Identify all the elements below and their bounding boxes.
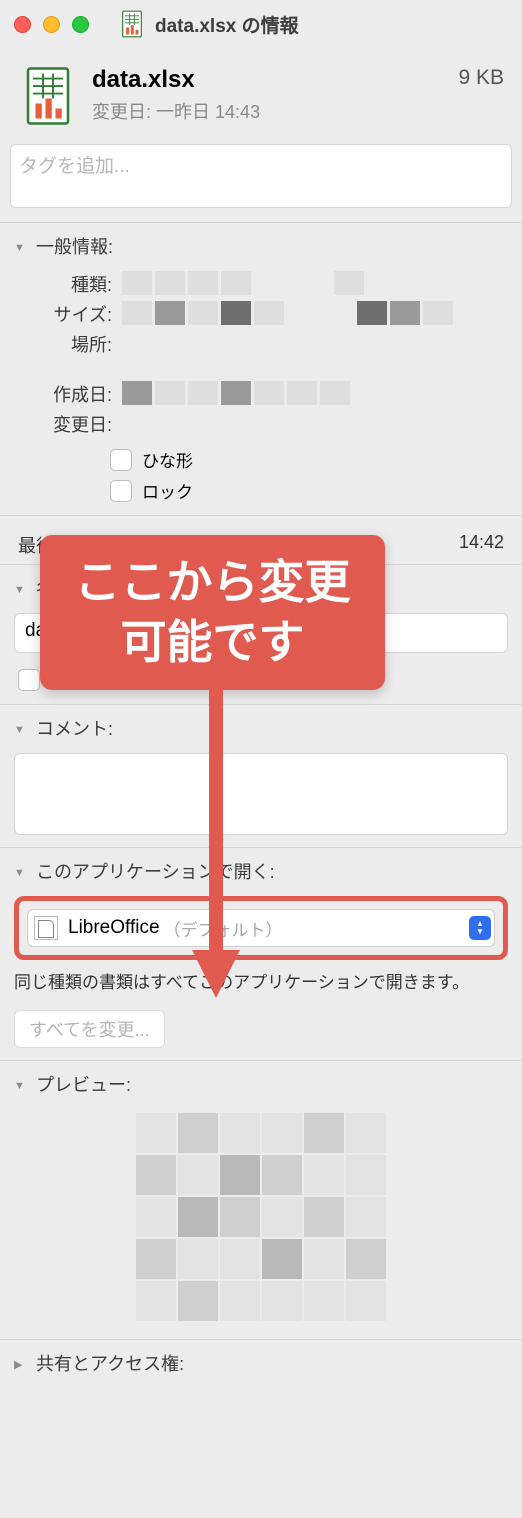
section-header-comments[interactable]: コメント: — [14, 715, 508, 741]
open-with-app: LibreOffice — [68, 917, 160, 939]
open-with-dropdown[interactable]: LibreOffice （デフォルト） ▲▼ — [27, 909, 495, 947]
open-with-help: 同じ種類の書類はすべてこのアプリケーションで開きます。 — [14, 970, 508, 996]
modified-date: 変更日: 一昨日 14:43 — [92, 98, 458, 124]
template-checkbox[interactable] — [110, 449, 132, 471]
file-header: data.xlsx 変更日: 一昨日 14:43 9 KB — [0, 48, 522, 140]
template-label: ひな形 — [142, 447, 193, 472]
lock-checkbox-row: ロック — [110, 478, 508, 503]
last-opened-time: 14:42 — [459, 532, 504, 558]
section-sharing: 共有とアクセス権: — [0, 1339, 522, 1376]
tags-placeholder: タグを追加... — [19, 156, 130, 177]
modified-label: 変更日: — [32, 411, 112, 437]
close-icon[interactable] — [14, 16, 31, 33]
zoom-icon[interactable] — [72, 16, 89, 33]
section-header-open-with[interactable]: このアプリケーションで開く: — [14, 858, 508, 884]
spreadsheet-file-icon — [18, 66, 78, 126]
section-header-general[interactable]: 一般情報: — [14, 233, 508, 259]
lock-label: ロック — [142, 478, 193, 503]
chevron-right-icon — [14, 1355, 28, 1371]
libreoffice-icon — [34, 916, 58, 940]
dropdown-arrows-icon: ▲▼ — [469, 916, 491, 940]
section-comments: コメント: — [0, 704, 522, 847]
open-with-highlight: LibreOffice （デフォルト） ▲▼ — [14, 896, 508, 960]
chevron-down-icon — [14, 863, 28, 879]
preview-thumbnail — [14, 1107, 508, 1327]
spreadsheet-file-icon — [119, 10, 145, 38]
change-all-button[interactable]: すべてを変更... — [14, 1010, 165, 1048]
section-open-with: このアプリケーションで開く: LibreOffice （デフォルト） ▲▼ 同じ… — [0, 847, 522, 1060]
section-header-sharing[interactable]: 共有とアクセス権: — [14, 1350, 508, 1376]
titlebar: data.xlsx の情報 — [0, 0, 522, 48]
section-general: 一般情報: 種類: サイズ: 場所: 作成日: 変更日: ひな形 ロック — [0, 222, 522, 515]
file-size: 9 KB — [458, 66, 504, 90]
chevron-down-icon — [14, 1076, 28, 1092]
window-controls — [14, 16, 89, 33]
chevron-down-icon — [14, 238, 28, 254]
section-header-preview[interactable]: プレビュー: — [14, 1071, 508, 1097]
template-checkbox-row: ひな形 — [110, 447, 508, 472]
chevron-down-icon — [14, 580, 28, 596]
size-label: サイズ: — [32, 301, 112, 327]
section-preview: プレビュー: — [0, 1060, 522, 1339]
annotation-callout: ここから変更 可能です — [40, 535, 385, 690]
tags-input[interactable]: タグを追加... — [10, 144, 512, 208]
open-with-default: （デフォルト） — [164, 916, 283, 941]
lock-checkbox[interactable] — [110, 480, 132, 502]
comments-input[interactable] — [14, 753, 508, 835]
chevron-down-icon — [14, 720, 28, 736]
window-title: data.xlsx の情報 — [155, 11, 299, 38]
file-name: data.xlsx — [92, 66, 458, 94]
minimize-icon[interactable] — [43, 16, 60, 33]
hide-extension-checkbox[interactable] — [18, 669, 40, 691]
created-label: 作成日: — [32, 381, 112, 407]
kind-label: 種類: — [32, 271, 112, 297]
where-label: 場所: — [32, 331, 112, 357]
